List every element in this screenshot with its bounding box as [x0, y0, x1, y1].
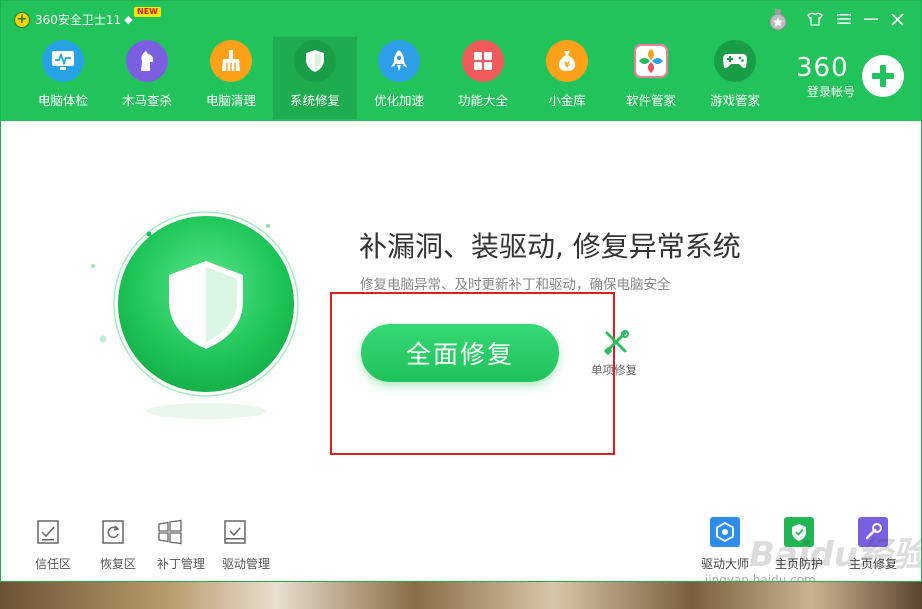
- shield-graphic: [91, 201, 316, 419]
- tool-label: 补丁管理: [157, 557, 206, 571]
- broom-icon: [210, 40, 252, 82]
- driver-master-icon: [710, 517, 740, 547]
- shield-icon: [294, 40, 336, 82]
- windows-icon: [158, 519, 182, 545]
- driver-manage-icon: [224, 520, 246, 544]
- nav-item-vault[interactable]: ¥ 小金库: [525, 37, 609, 119]
- plus-icon[interactable]: [862, 55, 904, 97]
- nav-item-speedup[interactable]: 优化加速: [357, 37, 441, 119]
- headline: 补漏洞、装驱动, 修复异常系统: [359, 230, 741, 263]
- nav-label: 优化加速: [373, 93, 424, 108]
- nav-label: 功能大全: [457, 93, 508, 108]
- single-repair-button[interactable]: 单项修复: [589, 328, 643, 378]
- patch-management-button[interactable]: 补丁管理: [157, 519, 205, 572]
- plus-logo-icon: +: [14, 11, 30, 28]
- title-bar: + 360安全卫士11 ◆ NEW: [1, 1, 921, 37]
- moneybag-icon: ¥: [546, 40, 588, 82]
- new-badge: NEW: [134, 7, 161, 17]
- svg-text:¥: ¥: [564, 61, 570, 70]
- nav-item-game[interactable]: 游戏管家: [693, 37, 777, 119]
- full-repair-button[interactable]: 全面修复: [361, 324, 559, 382]
- desktop-background: [0, 582, 922, 609]
- grid-icon: [462, 40, 504, 82]
- tool-label: 驱动管理: [222, 557, 271, 571]
- baidu-watermark: Baidu经验: [749, 535, 922, 575]
- driver-master-button[interactable]: 驱动大师: [701, 517, 749, 572]
- main-nav: 电脑体检 木马查杀 电脑清理 系统修复 优化加速 功能大全 ¥ 小金库 软件管家…: [21, 37, 777, 119]
- horse-icon: [126, 40, 168, 82]
- nav-item-software[interactable]: 软件管家: [609, 37, 693, 119]
- nav-label: 软件管家: [625, 93, 676, 108]
- nav-label: 电脑体检: [37, 93, 88, 108]
- tool-label: 信任区: [35, 557, 72, 571]
- nav-label: 电脑清理: [205, 93, 256, 108]
- flower-icon: [630, 40, 672, 82]
- restore-zone-button[interactable]: 恢复区: [100, 519, 136, 572]
- wrench-screwdriver-icon: [604, 330, 629, 355]
- baidu-watermark-url: jingyan.baidu.com: [705, 573, 816, 582]
- top-bar: + 360安全卫士11 ◆ NEW 电脑体检 木马查杀 电脑清理 系统修复 优化…: [1, 1, 921, 121]
- tool-label: 驱动大师: [701, 557, 750, 571]
- brand-360: 360: [796, 53, 849, 83]
- tool-label: 恢复区: [100, 557, 137, 571]
- nav-label: 小金库: [548, 93, 586, 108]
- diamond-icon: ◆: [124, 13, 133, 26]
- nav-label: 游戏管家: [709, 93, 760, 108]
- driver-management-button[interactable]: 驱动管理: [222, 519, 270, 572]
- nav-item-features[interactable]: 功能大全: [441, 37, 525, 119]
- shirt-icon[interactable]: [804, 9, 826, 29]
- login-label: 登录帐号: [807, 85, 856, 99]
- medal-icon[interactable]: [768, 9, 788, 31]
- main-window: + 360安全卫士11 ◆ NEW 电脑体检 木马查杀 电脑清理 系统修复 优化…: [0, 0, 922, 582]
- monitor-icon: [42, 40, 84, 82]
- nav-item-checkup[interactable]: 电脑体检: [21, 37, 105, 119]
- login-account[interactable]: 360 登录帐号: [796, 53, 906, 113]
- subheadline: 修复电脑异常、及时更新补丁和驱动，确保电脑安全: [360, 277, 671, 293]
- gamepad-icon: [714, 40, 756, 82]
- menu-icon[interactable]: [833, 9, 855, 29]
- single-repair-label: 单项修复: [591, 363, 637, 377]
- minimize-icon[interactable]: [860, 9, 882, 29]
- nav-item-system-repair[interactable]: 系统修复: [273, 37, 357, 119]
- nav-item-trojan-scan[interactable]: 木马查杀: [105, 37, 189, 119]
- nav-label: 系统修复: [289, 93, 340, 108]
- app-logo: + 360安全卫士11 ◆: [14, 11, 133, 28]
- nav-item-cleanup[interactable]: 电脑清理: [189, 37, 273, 119]
- restore-zone-icon: [102, 520, 124, 544]
- trust-zone-button[interactable]: 信任区: [35, 519, 71, 572]
- app-title: 360安全卫士11: [35, 13, 122, 27]
- rocket-icon: [378, 40, 420, 82]
- close-icon[interactable]: [886, 9, 908, 29]
- nav-label: 木马查杀: [121, 93, 172, 108]
- trust-zone-icon: [37, 520, 59, 544]
